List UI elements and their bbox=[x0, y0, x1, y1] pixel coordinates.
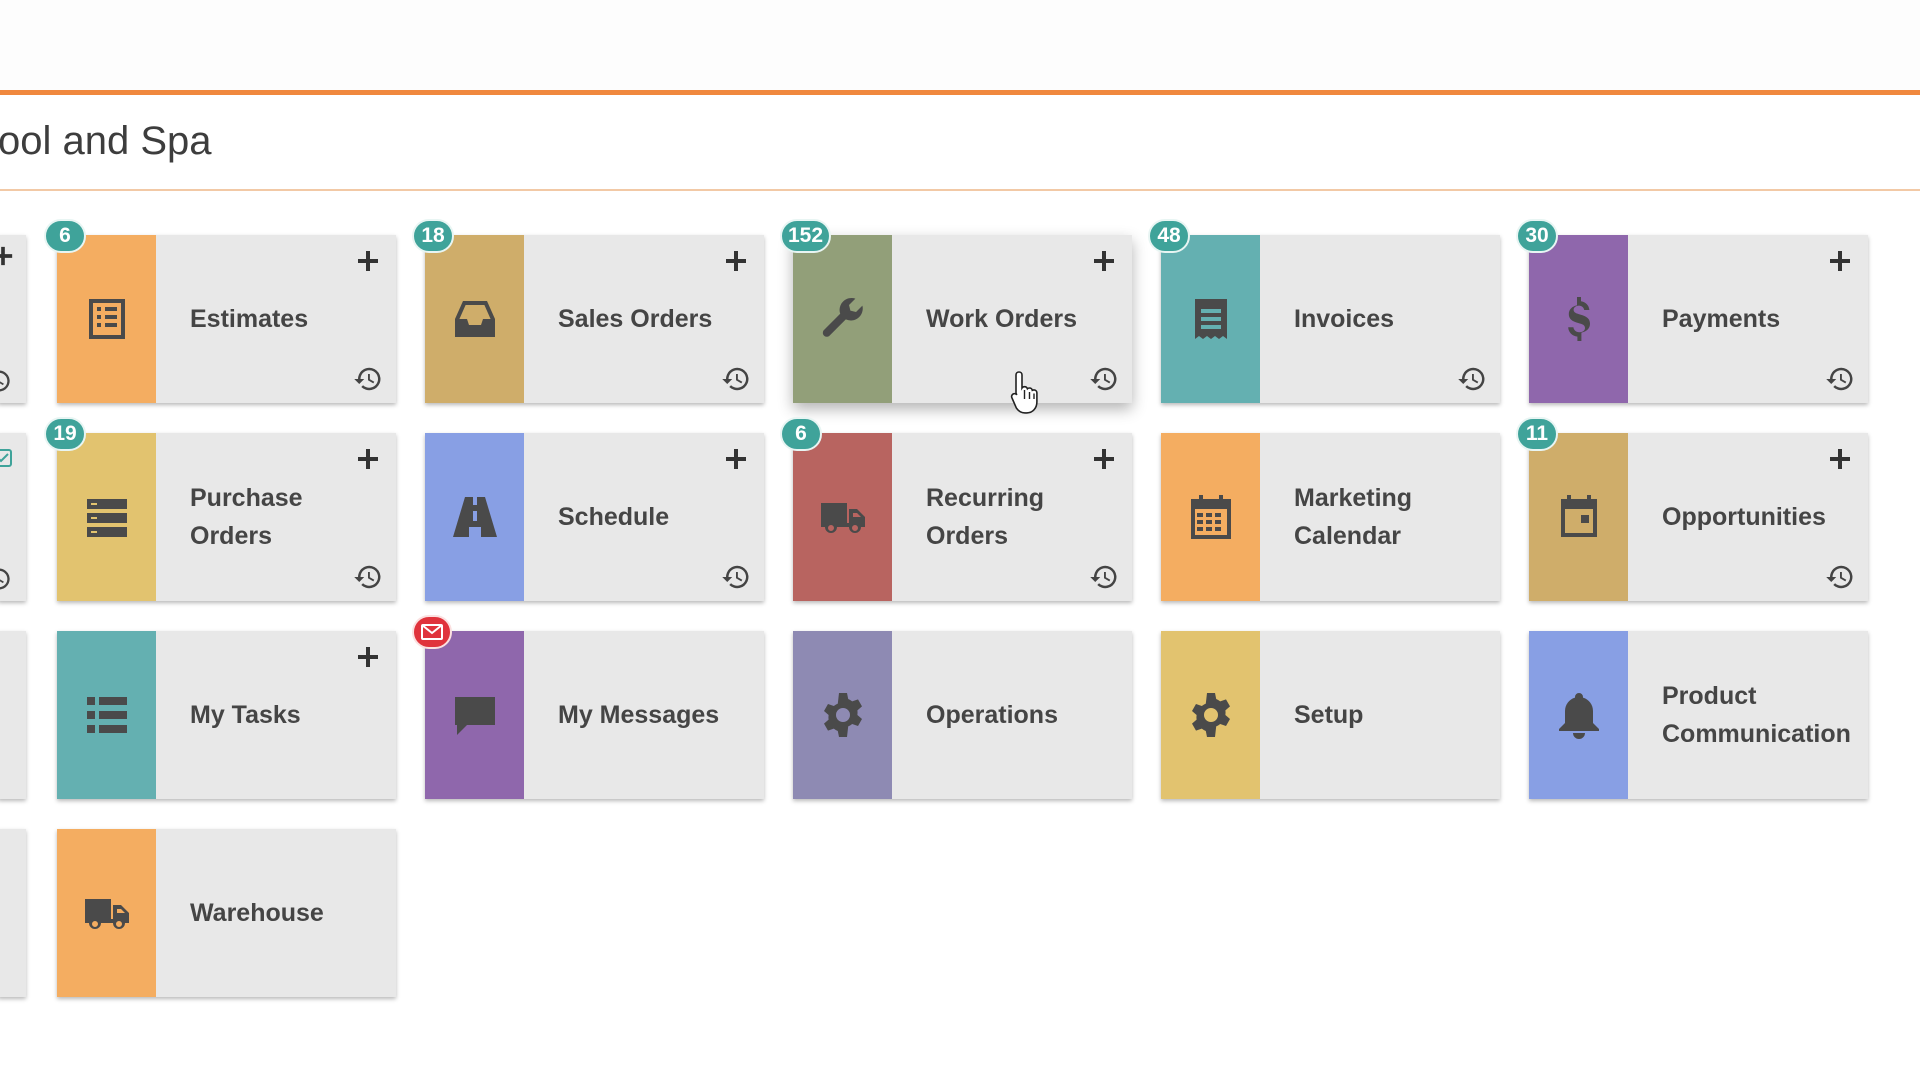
tile-work-orders[interactable]: Work Orders 152 bbox=[780, 219, 1132, 403]
inbox-icon bbox=[425, 235, 524, 403]
count-badge: 48 bbox=[1148, 219, 1190, 253]
count-badge: 152 bbox=[780, 219, 832, 253]
add-sales-order-button[interactable] bbox=[718, 243, 754, 279]
gear-icon bbox=[1161, 631, 1260, 799]
tile-label: My Messages bbox=[558, 701, 720, 729]
history-icon[interactable] bbox=[1822, 559, 1858, 595]
history-icon[interactable] bbox=[350, 559, 386, 595]
tile-my-tasks[interactable]: My Tasks bbox=[57, 631, 396, 799]
bullet-list-icon bbox=[57, 631, 156, 799]
truck-icon bbox=[57, 829, 156, 997]
add-opportunity-button[interactable] bbox=[1822, 441, 1858, 477]
truck-icon bbox=[793, 433, 892, 601]
tile-opportunities[interactable]: Opportunities 11 bbox=[1516, 417, 1868, 601]
tile-setup[interactable]: Setup bbox=[1161, 631, 1500, 799]
dollar-icon bbox=[1529, 235, 1628, 403]
list-icon bbox=[57, 235, 156, 403]
add-estimate-button[interactable] bbox=[350, 243, 386, 279]
add-recurring-order-button[interactable] bbox=[1086, 441, 1122, 477]
page-title: ool and Spa bbox=[0, 119, 212, 163]
history-icon[interactable] bbox=[1454, 361, 1490, 397]
gear-icon bbox=[793, 631, 892, 799]
chat-icon bbox=[425, 631, 524, 799]
calendar-day-icon bbox=[1529, 433, 1628, 601]
tile-purchase-orders[interactable]: Purchase Orders 19 bbox=[44, 417, 396, 601]
count-badge: 30 bbox=[1516, 219, 1558, 253]
add-payment-button[interactable] bbox=[1822, 243, 1858, 279]
add-schedule-button[interactable] bbox=[718, 441, 754, 477]
tile-operations[interactable]: Operations bbox=[793, 631, 1132, 799]
partial-tile-row3[interactable] bbox=[0, 631, 26, 799]
add-work-order-button[interactable] bbox=[1086, 243, 1122, 279]
tile-label: Operations bbox=[926, 701, 1058, 729]
count-badge: 18 bbox=[412, 219, 454, 253]
tile-marketing-calendar[interactable]: Marketing Calendar bbox=[1161, 433, 1500, 601]
bell-icon bbox=[1529, 631, 1628, 799]
history-icon[interactable] bbox=[1086, 559, 1122, 595]
count-badge: 11 bbox=[1516, 417, 1558, 451]
road-icon bbox=[425, 433, 524, 601]
tile-my-messages[interactable]: My Messages bbox=[412, 615, 764, 799]
count-badge: 6 bbox=[780, 417, 822, 451]
stack-icon bbox=[57, 433, 156, 601]
tile-recurring-orders[interactable]: Recurring Orders 6 bbox=[780, 417, 1132, 601]
tile-product-communication[interactable]: Product Communication bbox=[1529, 631, 1868, 799]
calendar-icon bbox=[1161, 433, 1260, 601]
history-icon[interactable] bbox=[0, 367, 12, 395]
tile-estimates[interactable]: Estimates 6 bbox=[44, 219, 396, 403]
count-badge: 19 bbox=[44, 417, 86, 451]
tile-label: Marketing Calendar bbox=[1294, 484, 1413, 550]
partial-tile-row4[interactable] bbox=[0, 829, 26, 997]
partial-tile-row2[interactable] bbox=[0, 433, 26, 601]
wrench-icon bbox=[793, 235, 892, 403]
history-icon[interactable] bbox=[1086, 361, 1122, 397]
count-badge: 6 bbox=[44, 219, 86, 253]
title-row: ool and Spa bbox=[0, 95, 1920, 191]
mail-icon bbox=[412, 615, 452, 649]
add-purchase-order-button[interactable] bbox=[350, 441, 386, 477]
top-bar bbox=[0, 0, 1920, 95]
partial-tile-row1[interactable] bbox=[0, 235, 26, 403]
plus-icon[interactable] bbox=[0, 245, 13, 266]
tile-label: Warehouse bbox=[190, 899, 324, 927]
tile-label: Product Communication bbox=[1662, 682, 1851, 748]
tile-warehouse[interactable]: Warehouse bbox=[57, 829, 396, 997]
history-icon[interactable] bbox=[718, 559, 754, 595]
tile-invoices[interactable]: Invoices 48 bbox=[1148, 219, 1500, 403]
history-icon[interactable] bbox=[350, 361, 386, 397]
history-icon[interactable] bbox=[1822, 361, 1858, 397]
add-task-button[interactable] bbox=[350, 639, 386, 675]
tile-payments[interactable]: Payments 30 bbox=[1516, 219, 1868, 403]
history-icon[interactable] bbox=[718, 361, 754, 397]
document-icon bbox=[1161, 235, 1260, 403]
history-icon[interactable] bbox=[0, 565, 12, 593]
tile-schedule[interactable]: Schedule bbox=[425, 433, 764, 601]
hand-cursor-icon bbox=[1010, 370, 1042, 416]
tile-sales-orders[interactable]: Sales Orders 18 bbox=[412, 219, 764, 403]
tile-label: Setup bbox=[1294, 701, 1364, 729]
check-icon bbox=[0, 449, 12, 467]
